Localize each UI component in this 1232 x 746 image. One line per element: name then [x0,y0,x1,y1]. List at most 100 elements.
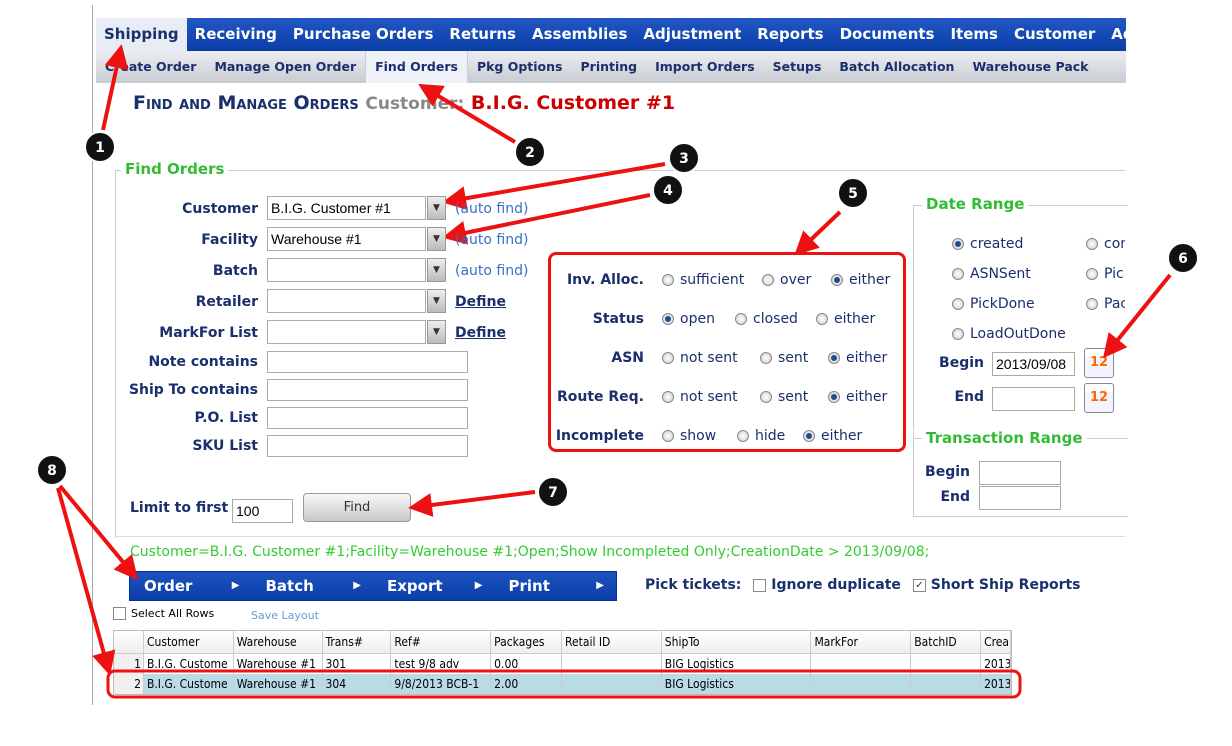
radio-button[interactable] [662,352,674,364]
radio-label: not sent [680,389,738,405]
radio-label: ASNSent [970,266,1031,282]
radio-button[interactable] [760,352,772,364]
chevron-down-icon[interactable]: ▼ [427,320,446,344]
radio-option[interactable]: sent [760,389,808,405]
field-label: MarkFor List [159,325,258,341]
annotation-number: 5 [848,186,858,202]
radio-option[interactable]: not sent [662,350,738,366]
radio-label: either [846,350,888,366]
annotation-arrow [408,490,536,517]
annotation-arrow [101,44,129,131]
radio-button[interactable] [760,391,772,403]
field-label: P.O. List [194,410,258,426]
radio-group-label: ASN [611,350,644,366]
radio-label: Pick [1104,266,1125,282]
select-input[interactable] [267,227,426,251]
radio-button[interactable] [816,313,828,325]
radio-label: hide [755,428,786,444]
select-input[interactable] [267,196,426,220]
radio-button[interactable] [1086,268,1098,280]
radio-button[interactable] [828,391,840,403]
date-option[interactable]: con [1086,236,1125,252]
radio-button[interactable] [737,430,749,442]
define-link[interactable]: Define [455,294,506,310]
radio-option[interactable]: open [662,311,715,327]
radio-option[interactable]: either [831,272,890,288]
radio-option[interactable]: either [828,389,887,405]
define-link[interactable]: Define [455,325,506,341]
date-option[interactable]: Pac [1086,296,1125,312]
radio-group-label: Status [592,311,644,327]
date-option[interactable]: PickDone [952,296,1035,312]
radio-button[interactable] [762,274,774,286]
chevron-down-icon[interactable]: ▼ [427,289,446,313]
radio-button[interactable] [1086,238,1098,250]
radio-option[interactable]: sent [760,350,808,366]
text-input[interactable] [267,351,468,373]
field-label: Batch [212,263,258,279]
annotation-number: 8 [47,463,57,479]
select-input[interactable] [267,320,426,344]
radio-option[interactable]: either [828,350,887,366]
radio-button[interactable] [1086,298,1098,310]
radio-label: not sent [680,350,738,366]
radio-option[interactable]: over [762,272,811,288]
radio-label: either [846,389,888,405]
radio-button[interactable] [662,391,674,403]
radio-button[interactable] [803,430,815,442]
radio-button[interactable] [828,352,840,364]
radio-group-label: Inv. Alloc. [566,272,644,288]
field-label: Retailer [195,294,258,310]
annotation-arrow [418,83,517,144]
annotation-number: 4 [663,183,673,199]
auto-find-link[interactable]: (auto find) [455,201,528,217]
radio-button[interactable] [952,238,964,250]
text-input[interactable] [267,407,468,429]
text-input[interactable] [267,379,468,401]
text-input[interactable] [267,435,468,457]
radio-button[interactable] [952,328,964,340]
radio-option[interactable]: sufficient [662,272,744,288]
radio-label: PickDone [970,296,1035,312]
radio-option[interactable]: show [662,428,716,444]
radio-button[interactable] [952,268,964,280]
field-label: Ship To contains [128,382,258,398]
chevron-down-icon[interactable]: ▼ [427,227,446,251]
radio-group-label: Route Req. [556,389,644,405]
select-input[interactable] [267,289,426,313]
radio-button[interactable] [735,313,747,325]
radio-button[interactable] [662,274,674,286]
chevron-down-icon[interactable]: ▼ [427,258,446,282]
auto-find-link[interactable]: (auto find) [455,232,528,248]
radio-label: over [780,272,812,288]
radio-option[interactable]: either [816,311,875,327]
select-input[interactable] [267,258,426,282]
radio-label: sent [778,389,809,405]
date-option[interactable]: created [952,236,1023,252]
radio-button[interactable] [662,313,674,325]
date-option[interactable]: ASNSent [952,266,1031,282]
radio-button[interactable] [952,298,964,310]
radio-label: closed [753,311,798,327]
field-label: Customer [182,201,258,217]
date-option[interactable]: LoadOutDone [952,326,1066,342]
field-label: Note contains [148,354,258,370]
annotation-arrow [794,210,842,256]
annotation-number: 1 [95,140,105,156]
radio-label: sent [778,350,809,366]
radio-option[interactable]: closed [735,311,798,327]
radio-button[interactable] [662,430,674,442]
radio-option[interactable]: either [803,428,862,444]
annotation-number: 6 [1178,251,1188,267]
radio-button[interactable] [831,274,843,286]
chevron-down-icon[interactable]: ▼ [427,196,446,220]
annotation-number: 2 [525,145,535,161]
radio-option[interactable]: not sent [662,389,738,405]
radio-label: Pac [1104,296,1125,312]
radio-label: created [970,236,1024,252]
date-option[interactable]: Pick [1086,266,1125,282]
field-label: SKU List [192,438,258,454]
radio-label: either [849,272,891,288]
radio-label: either [834,311,876,327]
radio-option[interactable]: hide [737,428,785,444]
